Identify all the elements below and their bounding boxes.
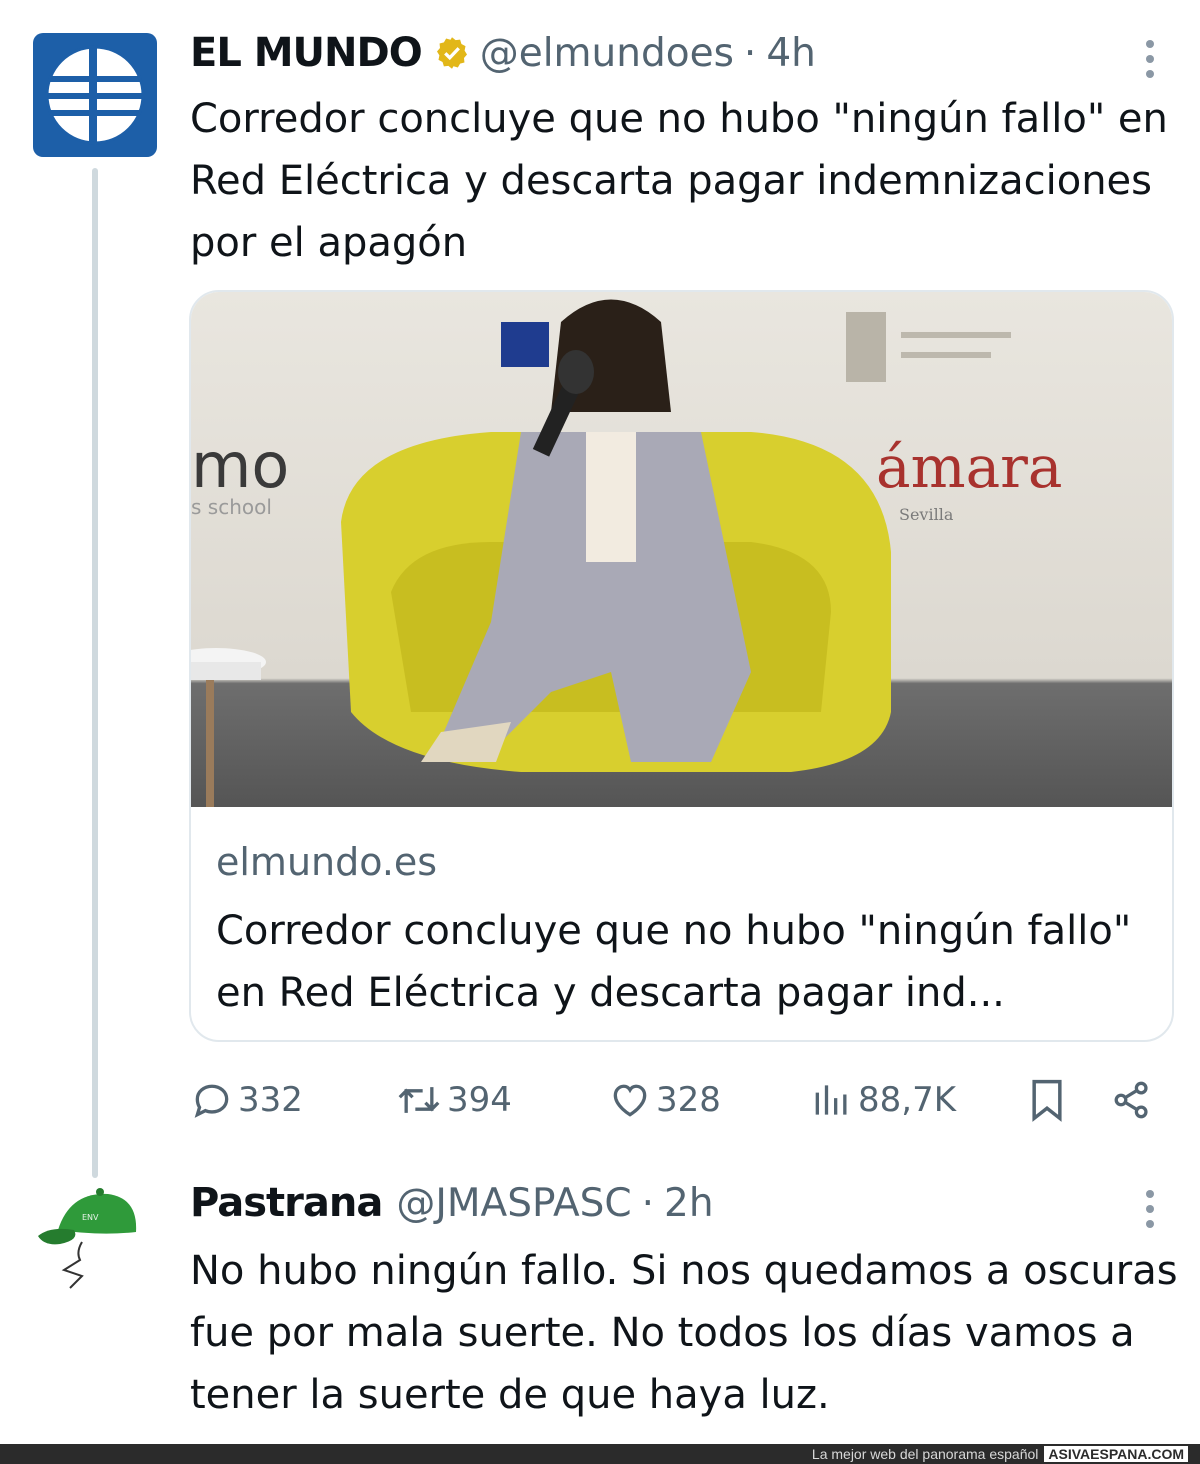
card-banner-left: mo — [191, 429, 289, 502]
elmundo-globe-icon — [45, 45, 145, 145]
reply-timestamp[interactable]: 2h — [664, 1181, 714, 1226]
like-button[interactable]: 328 — [608, 1072, 721, 1128]
reply-icon — [194, 1084, 229, 1118]
watermark-footer: La mejor web del panorama español ASIVAE… — [0, 1444, 1200, 1464]
author-handle[interactable]: @elmundoes — [480, 31, 734, 76]
reply-author-name[interactable]: Pastrana — [190, 1180, 383, 1226]
svg-text:ENV: ENV — [82, 1213, 99, 1222]
tweet-text: Corredor concluye que no hubo "ningún fa… — [190, 96, 1168, 266]
reply-more-icon[interactable] — [1146, 1190, 1158, 1228]
card-banner-left-sub: s school — [191, 495, 272, 519]
bookmark-icon — [1032, 1079, 1062, 1122]
reply-count: 332 — [238, 1080, 303, 1120]
green-cap-icon: ENV — [38, 1188, 137, 1245]
reply-author-handle[interactable]: @JMASPASC — [396, 1181, 631, 1226]
views-icon — [815, 1085, 847, 1115]
footer-tagline: La mejor web del panorama español — [811, 1446, 1039, 1462]
retweet-button[interactable]: 394 — [395, 1072, 512, 1128]
tweet-timestamp[interactable]: 4h — [766, 31, 816, 76]
share-button[interactable] — [1110, 1072, 1154, 1128]
author-name[interactable]: EL MUNDO — [190, 30, 423, 76]
card-title[interactable]: Corredor concluye que no hubo "ningún fa… — [216, 900, 1156, 1024]
retweet-count: 394 — [447, 1080, 512, 1120]
bookmark-button[interactable] — [1025, 1072, 1069, 1128]
views-count: 88,7K — [858, 1080, 956, 1120]
link-card[interactable]: mo s school ámara Sevilla elmundo.es Cor… — [189, 290, 1174, 1042]
tweet-actions: 332 394 328 88,7K — [190, 1072, 1160, 1132]
header-separator: · — [743, 31, 757, 76]
footer-brand[interactable]: ASIVAESPANA.COM — [1044, 1446, 1188, 1462]
card-banner-right: ámara — [876, 433, 1062, 501]
reply-header-separator: · — [641, 1181, 655, 1226]
thread-connector-line — [92, 168, 98, 1178]
reply-text: No hubo ningún fallo. Si nos quedamos a … — [190, 1248, 1178, 1418]
card-banner-right-sub: Sevilla — [899, 505, 954, 524]
card-image: mo s school ámara Sevilla — [191, 292, 1172, 807]
like-count: 328 — [656, 1080, 721, 1120]
views-button[interactable]: 88,7K — [810, 1072, 956, 1128]
tweet-header: EL MUNDO @elmundoes · 4h — [190, 30, 816, 76]
like-icon — [613, 1084, 647, 1117]
card-domain[interactable]: elmundo.es — [216, 840, 437, 884]
share-icon — [1114, 1081, 1148, 1119]
verified-badge-icon — [436, 37, 467, 69]
reply-header: Pastrana @JMASPASC · 2h — [190, 1180, 714, 1226]
retweet-icon — [398, 1087, 440, 1113]
pastrana-avatar[interactable]: ENV — [30, 1180, 155, 1305]
reply-button[interactable]: 332 — [190, 1072, 303, 1128]
elmundo-avatar[interactable] — [33, 33, 157, 157]
more-icon[interactable] — [1146, 40, 1158, 78]
